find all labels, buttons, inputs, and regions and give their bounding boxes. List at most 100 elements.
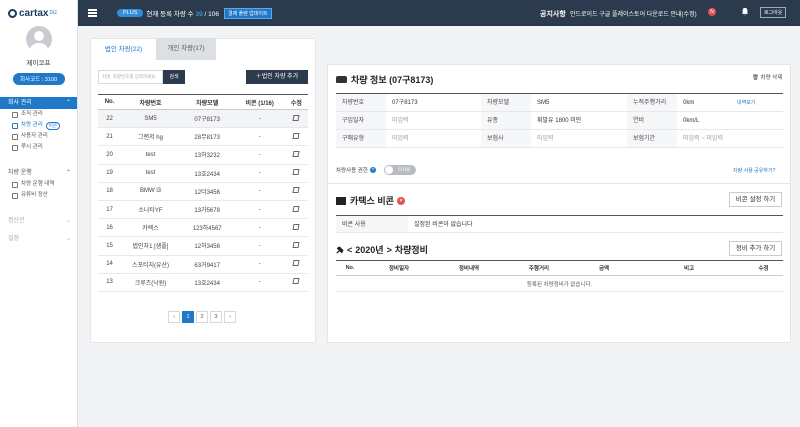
beacon-value: 설정된 비콘이 없습니다 xyxy=(414,222,473,228)
tab-personal-cars[interactable]: 개인 차량(17) xyxy=(156,38,216,60)
table-row[interactable]: 13 크루즈(낙원) 13호2434- xyxy=(98,273,308,292)
payment-button[interactable]: 결제 플랜 업데이트 xyxy=(223,7,272,19)
cell-model: 13호2434 xyxy=(179,273,235,292)
tab-corporate-cars[interactable]: 법인 차량(22) xyxy=(90,38,156,60)
edit-icon[interactable] xyxy=(292,205,300,212)
plan-badge: PLUS xyxy=(117,9,144,17)
page-1[interactable]: 1 xyxy=(182,311,194,323)
cell-model: 07구8173 xyxy=(179,109,235,129)
avatar[interactable] xyxy=(25,26,52,52)
col-beacon: 비콘 (1/16) xyxy=(234,94,285,110)
cell-model: 12더3456 xyxy=(179,182,235,201)
edit-icon[interactable] xyxy=(292,278,300,285)
usage-permission-toggle[interactable]: 미사용 xyxy=(383,165,416,175)
menu-settings[interactable]: 설정 ⌄ xyxy=(0,233,77,245)
table-row[interactable]: 21 그랜저 hg 28무8173- xyxy=(98,127,308,147)
chevron-up-icon: ⌃ xyxy=(65,100,71,106)
organization-icon xyxy=(12,111,18,118)
table-row[interactable]: 15 법인차1 [샘플] 12허3456- xyxy=(98,236,308,256)
edit-icon[interactable] xyxy=(292,169,300,176)
cell-no: 20 xyxy=(98,145,122,165)
logout-button[interactable]: 로그아웃 xyxy=(760,7,787,18)
edit-icon[interactable] xyxy=(292,132,300,139)
menu-item-label: 유류비 정산 xyxy=(21,192,48,198)
menu-item-operation-history[interactable]: 차량 운행 내역 xyxy=(0,179,77,190)
next-page-button[interactable]: › xyxy=(224,311,236,323)
help-icon[interactable]: ? xyxy=(369,167,376,173)
company-code-badge: 회사코드 : 3100 xyxy=(12,73,65,85)
notice-link[interactable]: 안드로이드 구글 플레이스토어 다운로드 안내(수정) xyxy=(570,9,697,18)
view-history-link[interactable]: 내역보기 xyxy=(737,99,755,106)
edit-icon[interactable] xyxy=(292,241,300,248)
edit-icon[interactable] xyxy=(292,223,300,230)
menu-label: 정산관 xyxy=(8,218,25,224)
menu-item-vehicles[interactable]: 차량 관리 비콘 xyxy=(0,120,77,131)
menu-item-users[interactable]: 사용자 관리 xyxy=(0,131,77,142)
add-corporate-car-button[interactable]: ＋법인 차량 추가 xyxy=(246,70,308,84)
table-row[interactable]: 22 SM5 07구8173- xyxy=(98,109,308,129)
cell-beacon: - xyxy=(234,273,285,292)
logo[interactable]: cartax biz xyxy=(0,0,77,26)
table-row[interactable]: 20 test 13허3232- xyxy=(98,145,308,165)
edit-icon[interactable] xyxy=(292,114,300,121)
search-input[interactable]: 차명, 차량번호를 입력하세요 xyxy=(98,70,163,84)
menu-vehicle-operation[interactable]: 차량 운행 ⌃ xyxy=(0,167,77,179)
add-maintenance-button[interactable]: 정비 추가 하기 xyxy=(729,241,782,256)
add-car-label: 법인 차량 추가 xyxy=(261,74,299,80)
col-no: No. xyxy=(98,94,122,110)
menu-settlement[interactable]: 정산관 ⌄ xyxy=(0,215,77,227)
beacon-tag: 비콘 xyxy=(45,121,61,130)
table-row[interactable]: 16 카렉스 123하4567- xyxy=(98,218,308,238)
info-label: 보험사 xyxy=(481,130,531,147)
car-table: No. 차량번호 차량모델 비콘 (1/16) 수정 22 SM5 07구8173-… xyxy=(98,94,308,292)
top-bar: PLUS 현재 등록 차량 수 39 / 106 결제 플랜 업데이트 공지사항… xyxy=(78,0,800,26)
table-header: No. 차량번호 차량모델 비콘 (1/16) 수정 xyxy=(98,94,308,110)
edit-icon[interactable] xyxy=(292,260,300,267)
col-model: 차량모델 xyxy=(179,94,235,110)
bell-icon[interactable] xyxy=(741,7,749,16)
car-info-title: 차량 정보 (07구8173) xyxy=(336,73,433,86)
cell-no: 13 xyxy=(98,273,122,292)
col-no: No. xyxy=(336,260,364,276)
edit-icon[interactable] xyxy=(292,150,300,157)
cell-no: 17 xyxy=(98,200,122,220)
table-row[interactable]: 19 test 13호2434- xyxy=(98,164,308,183)
search-button[interactable]: 검색 xyxy=(163,70,185,84)
maintenance-table: No. 정비일자 정비내역 주행거리 금액 비고 수정 등록된 차량정비가 없습… xyxy=(336,260,783,292)
prev-page-button[interactable]: ‹ xyxy=(168,311,180,323)
delete-car-button[interactable]: 🗑 차량 삭제 xyxy=(752,73,782,81)
beacon-title-text: 카택스 비콘 xyxy=(350,196,394,206)
notice-label: 공지사항 xyxy=(540,11,566,18)
cell-number: test xyxy=(121,164,180,183)
table-row[interactable]: 17 소나타YF 13가5678- xyxy=(98,200,308,220)
cell-edit xyxy=(284,255,308,274)
car-icon xyxy=(336,76,347,83)
page-2[interactable]: 2 xyxy=(196,311,208,323)
registered-count: 현재 등록 차량 수 39 / 106 xyxy=(146,8,219,18)
cell-beacon: - xyxy=(234,200,285,220)
menu-company-management[interactable]: 회사 관리 ⌃ xyxy=(0,97,77,109)
cell-edit xyxy=(284,236,308,256)
cell-model: 13허3232 xyxy=(179,145,235,165)
prev-year-button[interactable]: < xyxy=(347,245,352,255)
cell-no: 21 xyxy=(98,127,122,147)
cell-edit xyxy=(284,218,308,238)
menu-item-lucy[interactable]: 루시 관리 xyxy=(0,142,77,153)
cell-number: 크루즈(낙원) xyxy=(121,273,180,292)
beacon-setup-button[interactable]: 비콘 설정 하기 xyxy=(729,192,782,207)
menu-item-organization[interactable]: 조직 관리 xyxy=(0,109,77,120)
edit-icon[interactable] xyxy=(292,187,300,194)
hamburger-menu-icon[interactable] xyxy=(88,8,97,19)
table-row[interactable]: 18 BMW i3 12더3456- xyxy=(98,182,308,201)
table-row: 등록된 차량정비가 없습니다. xyxy=(336,275,783,292)
users-icon xyxy=(12,133,18,140)
share-usage-link[interactable]: 차량 사용 공유하기? xyxy=(733,167,775,174)
logo-icon xyxy=(8,8,17,18)
menu-item-fuel-settlement[interactable]: 유류비 정산 xyxy=(0,190,77,201)
empty-message: 등록된 차량정비가 없습니다. xyxy=(336,275,783,292)
cell-edit xyxy=(284,164,308,183)
info-label: 차량번호 xyxy=(336,94,386,111)
next-year-button[interactable]: > xyxy=(387,245,392,255)
table-row[interactable]: 14 스포티지(유산) 63거9417- xyxy=(98,255,308,274)
page-3[interactable]: 3 xyxy=(210,311,222,323)
